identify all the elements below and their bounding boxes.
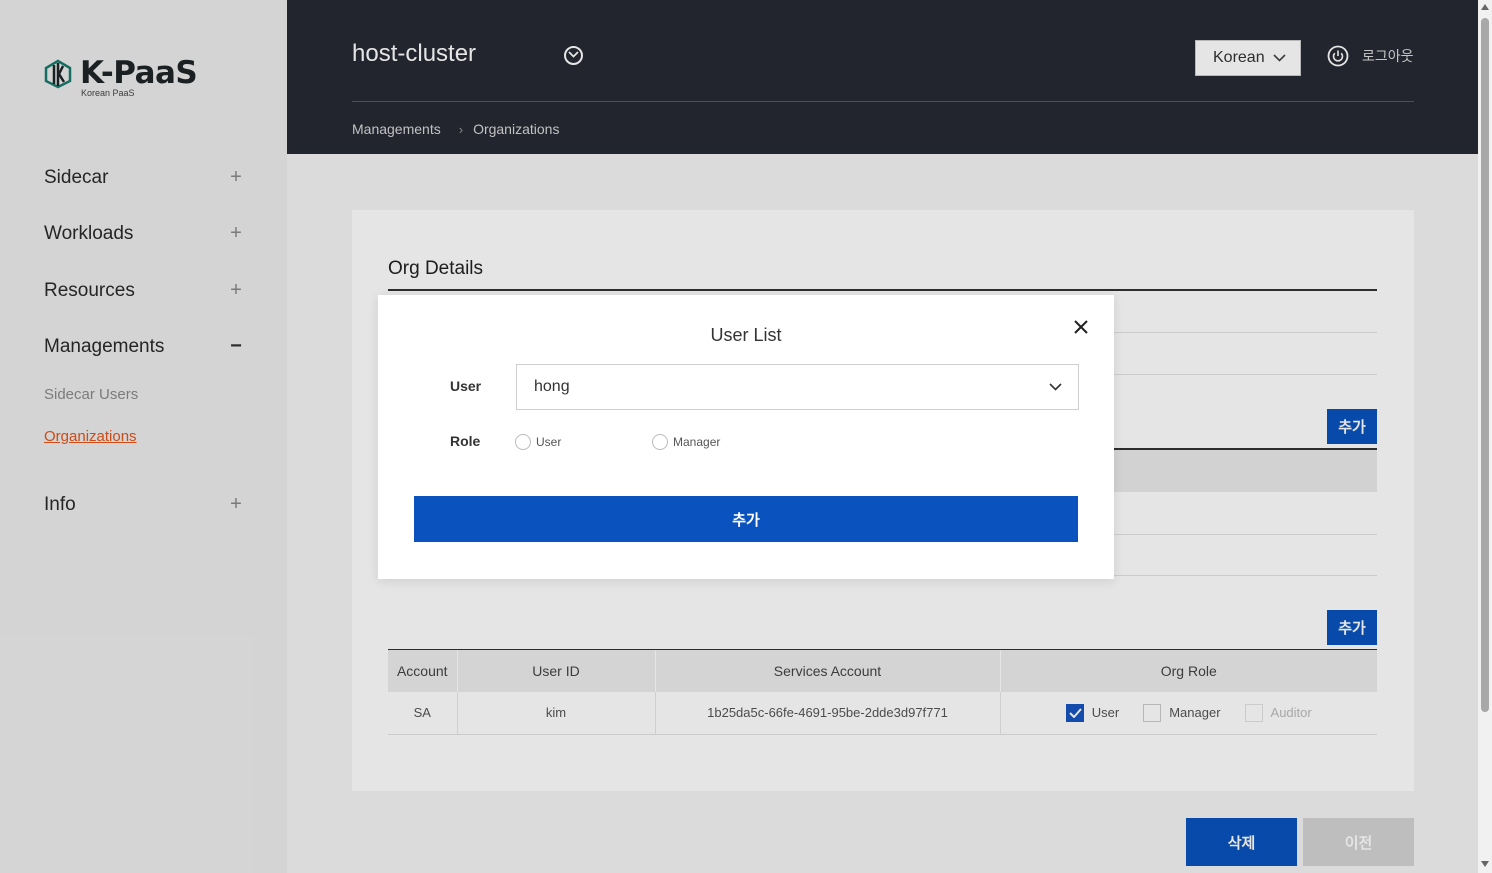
scroll-up-arrow-icon[interactable] xyxy=(1481,4,1489,10)
page-scrollbar[interactable] xyxy=(1478,0,1492,873)
modal-add-button[interactable]: 추가 xyxy=(414,496,1078,542)
modal-title: User List xyxy=(710,325,782,345)
radio-icon xyxy=(652,434,668,450)
user-list-modal: User List User hong Role User Manager 추가 xyxy=(378,295,1114,579)
scroll-down-arrow-icon[interactable] xyxy=(1481,861,1489,867)
scroll-thumb[interactable] xyxy=(1481,18,1489,712)
user-select[interactable]: hong xyxy=(516,364,1079,410)
radio-label: User xyxy=(536,435,562,449)
user-field-label: User xyxy=(450,378,482,394)
role-field-label: Role xyxy=(450,433,481,449)
radio-label: Manager xyxy=(673,435,721,449)
role-radio-user[interactable]: User xyxy=(515,434,561,450)
role-radio-manager[interactable]: Manager xyxy=(652,434,720,450)
user-select-value: hong xyxy=(534,378,570,395)
radio-icon xyxy=(515,434,531,450)
close-icon[interactable] xyxy=(1071,317,1091,337)
chevron-down-icon xyxy=(1049,383,1062,391)
